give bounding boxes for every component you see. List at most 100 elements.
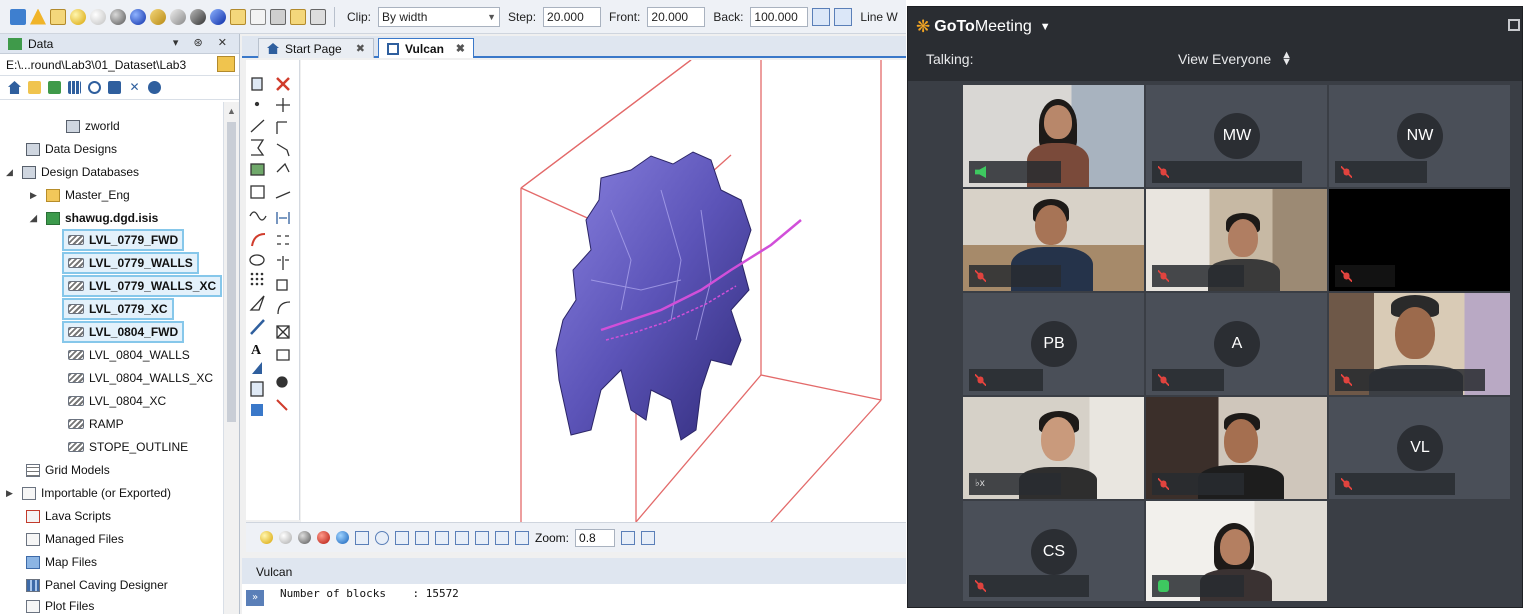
- back-input[interactable]: 100.000: [750, 6, 809, 27]
- zoom-settings-icon[interactable]: [641, 530, 656, 545]
- tree-item-importable[interactable]: ▶ Importable (or Exported): [6, 483, 171, 503]
- view-everyone-select[interactable]: View Everyone ▲ ▼: [1178, 50, 1292, 68]
- open-folder-icon[interactable]: [28, 81, 41, 94]
- scrollbar-thumb[interactable]: [227, 122, 236, 422]
- filter-icon[interactable]: [108, 81, 121, 94]
- axis-icon[interactable]: [415, 530, 429, 545]
- tab-vulcan[interactable]: Vulcan ✖: [378, 38, 474, 58]
- list-view-icon[interactable]: [68, 81, 81, 94]
- video-tile[interactable]: [1146, 397, 1327, 499]
- blue-ball-icon[interactable]: [130, 8, 146, 25]
- tree-item-master-eng[interactable]: ▶ Master_Eng: [30, 185, 130, 205]
- blocks-icon[interactable]: [50, 8, 66, 25]
- section-icon[interactable]: [515, 530, 529, 545]
- participant-tile[interactable]: CS: [963, 501, 1144, 601]
- tree-item-managed-files[interactable]: Managed Files: [26, 529, 124, 549]
- yellow-ball-icon[interactable]: [260, 531, 273, 544]
- expanded-arrow-icon[interactable]: ◢: [30, 213, 40, 224]
- white-ball-icon[interactable]: [90, 8, 106, 25]
- document-grey-icon[interactable]: [270, 8, 286, 25]
- video-tile[interactable]: [1329, 293, 1510, 395]
- participant-tile[interactable]: MW: [1146, 85, 1327, 187]
- tree-item-layer-selected[interactable]: LVL_0804_FWD: [62, 321, 185, 343]
- sidebar-scrollbar[interactable]: ▲: [223, 102, 239, 614]
- tree-item-zworld[interactable]: zworld: [66, 116, 120, 136]
- expanded-arrow-icon[interactable]: ◢: [6, 167, 16, 178]
- collapsed-arrow-icon[interactable]: ▶: [30, 190, 40, 201]
- participant-tile[interactable]: VL: [1329, 397, 1510, 499]
- grid-icon[interactable]: [435, 530, 449, 545]
- apply-clip-button[interactable]: [812, 7, 831, 26]
- pencil-blue-icon[interactable]: [210, 8, 226, 25]
- stack-grey-icon[interactable]: [310, 8, 326, 25]
- angle-icon[interactable]: [495, 530, 509, 545]
- tree-item-layer-selected[interactable]: LVL_0779_WALLS_XC: [62, 275, 223, 297]
- pan-icon[interactable]: [395, 530, 409, 545]
- tool-icon[interactable]: [10, 8, 26, 25]
- red-ball-icon[interactable]: [317, 531, 330, 544]
- front-input[interactable]: 20.000: [647, 6, 706, 27]
- refresh-icon[interactable]: [88, 81, 101, 94]
- pencil-grey-icon[interactable]: [190, 8, 206, 25]
- ore-model-view[interactable]: [301, 59, 906, 523]
- pencil-white-icon[interactable]: [170, 8, 186, 25]
- pencil-yellow-icon[interactable]: [150, 8, 166, 25]
- tree-item-data-designs[interactable]: Data Designs: [26, 139, 117, 159]
- select-cursor-icon[interactable]: [355, 530, 369, 545]
- blue-ball-icon[interactable]: [336, 531, 349, 544]
- browse-folder-icon[interactable]: [217, 56, 235, 72]
- new-folder-icon[interactable]: [48, 81, 61, 94]
- participant-tile[interactable]: A: [1146, 293, 1327, 395]
- tree-item-layer[interactable]: RAMP: [68, 414, 124, 434]
- stack-yellow-icon[interactable]: [290, 8, 306, 25]
- tree-item-layer[interactable]: LVL_0804_WALLS: [68, 345, 190, 365]
- tree-item-layer[interactable]: LVL_0804_WALLS_XC: [68, 368, 213, 388]
- clip-select[interactable]: By width ▼: [378, 6, 501, 27]
- tree-item-panel-caving[interactable]: Panel Caving Designer: [26, 575, 168, 595]
- 3d-viewport[interactable]: [301, 59, 906, 523]
- edit-clip-button[interactable]: [834, 7, 853, 26]
- tree-item-lava-scripts[interactable]: Lava Scripts: [26, 506, 111, 526]
- collapse-icon[interactable]: ✕: [128, 81, 141, 94]
- tree-item-plot-files[interactable]: Plot Files: [26, 596, 94, 614]
- tree-item-layer-selected[interactable]: LVL_0779_XC: [62, 298, 174, 320]
- gear-icon[interactable]: [148, 81, 161, 94]
- scroll-up-icon[interactable]: ▲: [227, 106, 236, 116]
- chevron-down-icon[interactable]: ▼: [1040, 21, 1051, 33]
- video-tile[interactable]: [1146, 189, 1327, 291]
- tree-item-layer[interactable]: STOPE_OUTLINE: [68, 437, 188, 457]
- design-tools-icons[interactable]: A: [246, 60, 300, 420]
- gotomeeting-logo[interactable]: ❋ GoTo Meeting ▼: [916, 17, 1051, 37]
- close-icon[interactable]: ✖: [456, 42, 465, 55]
- step-input[interactable]: 20.000: [543, 6, 602, 27]
- video-tile[interactable]: ♭x: [963, 397, 1144, 499]
- tree-item-layer-selected[interactable]: LVL_0779_FWD: [62, 229, 185, 251]
- tree-item-shawug[interactable]: ◢ shawug.dgd.isis: [30, 208, 158, 228]
- tree-item-layer[interactable]: LVL_0804_XC: [68, 391, 166, 411]
- zoom-extent-icon[interactable]: [621, 530, 636, 545]
- document-white-icon[interactable]: [250, 8, 266, 25]
- video-tile[interactable]: [963, 189, 1144, 291]
- tab-start-page[interactable]: Start Page ✖: [258, 38, 374, 58]
- zoom-input[interactable]: 0.8: [575, 528, 616, 547]
- window-maximize-icon[interactable]: [1508, 19, 1520, 31]
- participant-tile[interactable]: NW: [1329, 85, 1510, 187]
- home-icon[interactable]: [8, 81, 21, 94]
- document-yellow-icon[interactable]: [230, 8, 246, 25]
- output-expand-icon[interactable]: »: [246, 590, 264, 606]
- camera-off-tile[interactable]: [1329, 189, 1510, 291]
- video-tile[interactable]: [1146, 501, 1327, 601]
- white-ball-icon[interactable]: [279, 531, 292, 544]
- tree-item-map-files[interactable]: Map Files: [26, 552, 97, 572]
- video-tile[interactable]: [963, 85, 1144, 187]
- panel-controls[interactable]: ▾ ⊛ ✕: [173, 36, 233, 49]
- grey-ball-icon[interactable]: [110, 8, 126, 25]
- tree-item-grid-models[interactable]: Grid Models: [26, 460, 110, 480]
- rotate-icon[interactable]: [375, 530, 389, 545]
- path-bar[interactable]: E:\...round\Lab3\01_Dataset\Lab3: [0, 54, 239, 76]
- close-icon[interactable]: ✖: [356, 42, 365, 55]
- tree-item-design-databases[interactable]: ◢ Design Databases: [6, 162, 139, 182]
- participant-tile[interactable]: PB: [963, 293, 1144, 395]
- text-annotate-icon[interactable]: [475, 530, 489, 545]
- yellow-ball-icon[interactable]: [70, 8, 86, 25]
